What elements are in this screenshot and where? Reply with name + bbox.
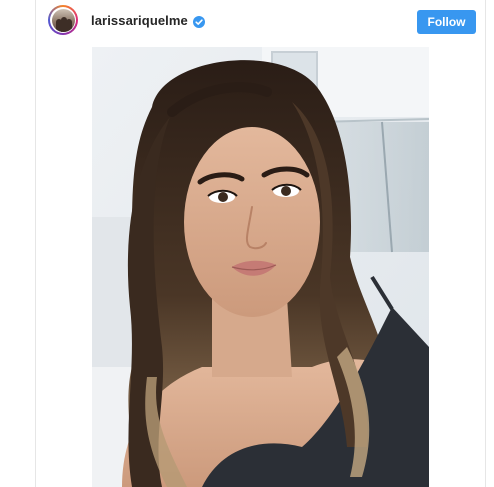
verified-badge-icon [192, 15, 205, 28]
post-header: larissariquelme Follow [36, 0, 485, 44]
embed-right-border [485, 0, 486, 487]
username-block: larissariquelme [91, 13, 205, 28]
avatar[interactable] [48, 5, 78, 35]
selfie-photo-illustration [92, 47, 429, 487]
embed-left-border [35, 0, 36, 487]
instagram-embed: larissariquelme Follow [0, 0, 494, 487]
username-link[interactable]: larissariquelme [91, 13, 188, 28]
follow-button[interactable]: Follow [417, 10, 476, 34]
avatar-image [51, 8, 75, 32]
post-photo[interactable] [92, 47, 429, 487]
